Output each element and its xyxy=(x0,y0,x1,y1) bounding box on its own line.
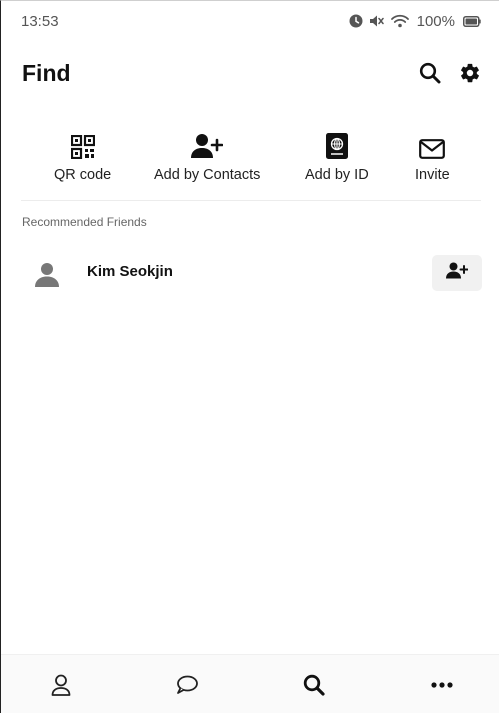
search-icon[interactable] xyxy=(302,673,326,697)
qr-code-button[interactable]: QR code xyxy=(54,129,111,183)
search-icon[interactable] xyxy=(419,62,441,84)
add-friend-button[interactable] xyxy=(432,255,482,291)
battery-percent: 100% xyxy=(416,12,455,30)
invite-label: Invite xyxy=(415,167,450,183)
add-friend-icon xyxy=(446,262,469,284)
add-by-contacts-button[interactable]: Add by Contacts xyxy=(154,129,260,183)
list-item[interactable]: Kim Seokjin xyxy=(1,249,499,299)
bottom-nav xyxy=(1,654,499,713)
wifi-icon xyxy=(390,14,409,28)
status-time: 13:53 xyxy=(21,12,59,30)
invite-button[interactable]: Invite xyxy=(415,129,450,183)
qr-code-label: QR code xyxy=(54,167,112,183)
find-screen: 13:53 100% Find QR code Add by Contacts … xyxy=(0,0,499,713)
alarm-icon xyxy=(349,14,363,28)
battery-icon xyxy=(463,15,481,27)
chat-bubble-icon[interactable] xyxy=(175,673,199,697)
header: Find xyxy=(1,51,499,95)
add-by-contacts-label: Add by Contacts xyxy=(154,167,261,183)
more-icon[interactable] xyxy=(430,673,454,697)
person-icon[interactable] xyxy=(49,673,73,697)
quick-actions: QR code Add by Contacts Add by ID Invite xyxy=(21,129,481,201)
add-by-id-label: Add by ID xyxy=(305,167,369,183)
recommended-friends-label: Recommended Friends xyxy=(22,215,147,229)
add-contact-icon xyxy=(191,129,224,159)
friend-name: Kim Seokjin xyxy=(87,263,173,280)
qr-code-icon xyxy=(70,129,95,159)
header-actions xyxy=(419,62,481,84)
page-title: Find xyxy=(22,59,71,86)
envelope-icon xyxy=(419,129,446,159)
user-avatar-icon xyxy=(33,261,61,289)
mute-icon xyxy=(369,14,385,28)
id-book-icon xyxy=(325,129,348,159)
status-icons: 100% xyxy=(349,13,481,30)
gear-icon[interactable] xyxy=(459,62,481,84)
add-by-id-button[interactable]: Add by ID xyxy=(305,129,369,183)
status-bar: 13:53 100% xyxy=(1,1,499,41)
